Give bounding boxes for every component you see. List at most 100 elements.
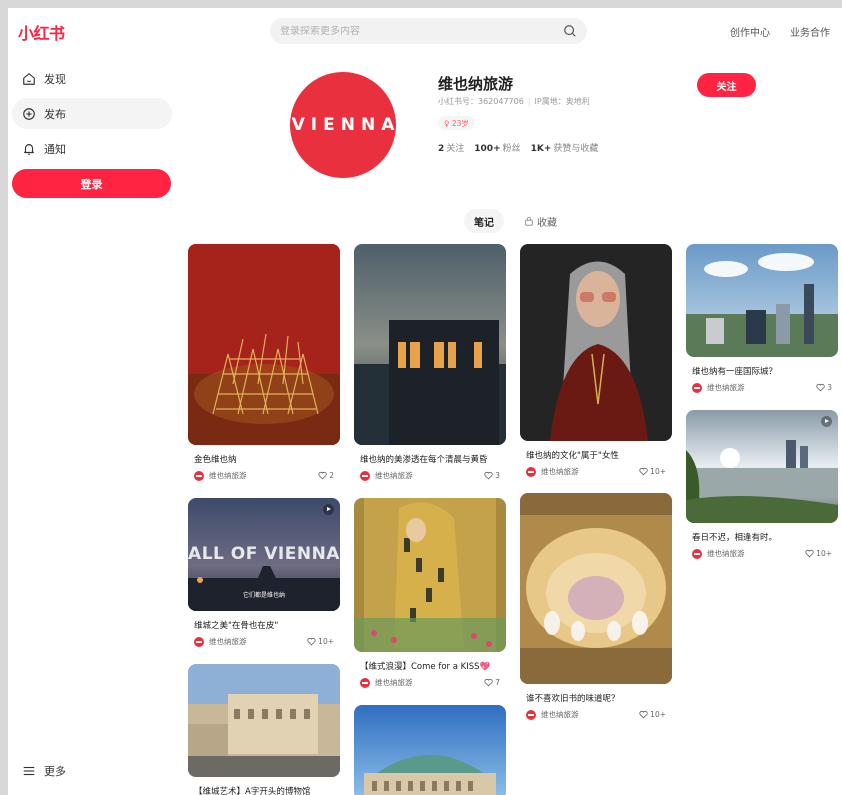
app-frame: 小红书 创作中心 业务合作 发现 发布 通知 登录 更多 VIENNA 维也纳旅… [8,8,842,795]
note-cover-image[interactable] [354,705,506,795]
sidebar-item-label: 通知 [44,142,66,156]
like-button[interactable]: 2 [318,471,334,480]
logo[interactable]: 小红书 [18,20,65,44]
note-cover-image[interactable] [686,410,838,523]
plus-icon [23,107,35,120]
stat-likes: 1K+ 获赞与收藏 [530,144,599,154]
sidebar-item-discover[interactable]: 发现 [12,63,172,94]
note-title[interactable]: 维城之美"在骨也在皮" [188,619,340,631]
note-cover-image[interactable] [188,664,340,777]
note-title[interactable]: 维也纳有一座国际城？ [686,365,838,377]
note-author[interactable]: 维也纳旅游 [360,470,413,481]
sidebar-more-label: 更多 [44,765,66,778]
note-card[interactable]: ALL OF VIENNA 它们都是维也纳 维城之美"在骨也在皮" 维也纳旅游 … [188,498,340,647]
cover-overlay-title: ALL OF VIENNA [188,544,340,564]
note-title[interactable]: 维也纳的美渗透在每个清晨与黄昏 [354,453,506,465]
note-cover-image[interactable] [686,244,838,357]
note-author[interactable]: 维也纳旅游 [360,677,413,688]
note-footer: 维也纳旅游 3 [354,470,506,481]
note-title[interactable]: 【维式浪漫】Come for a KISS💖 [354,660,506,672]
note-card[interactable]: 【维式浪漫】Come for a KISS💖 维也纳旅游 7 [354,498,506,688]
like-button[interactable]: 10+ [805,549,832,558]
like-button[interactable]: 10+ [639,467,666,476]
like-button[interactable]: 3 [484,471,500,480]
heart-icon [307,637,316,646]
profile-ip: IP属地：奥地利 [534,97,590,106]
like-button[interactable]: 3 [816,383,832,392]
search-bar[interactable] [270,18,587,44]
sidebar-more[interactable]: 更多 [22,763,66,779]
note-card[interactable]: 春日不迟，相逢有时。 维也纳旅游 10+ [686,410,838,559]
note-title[interactable]: 维也纳的文化"属于"女性 [520,449,672,461]
heart-icon [318,471,327,480]
note-author[interactable]: 维也纳旅游 [194,636,247,647]
profile-name: 维也纳旅游 [438,75,514,93]
note-card[interactable]: 维也纳的文化"属于"女性 维也纳旅游 10+ [520,244,672,477]
sidebar-item-notifications[interactable]: 通知 [12,133,172,164]
note-cover-image[interactable]: ALL OF VIENNA 它们都是维也纳 [188,498,340,611]
login-button[interactable]: 登录 [12,169,171,198]
note-author[interactable]: 维也纳旅游 [692,382,745,393]
profile-meta: 小红书号：362047706 | IP属地：奥地利 [438,97,590,106]
note-footer: 维也纳旅游 3 [686,382,838,393]
note-title[interactable]: 春日不迟，相逢有时。 [686,531,838,543]
note-footer: 维也纳旅游 10+ [520,466,672,477]
tab-collect[interactable]: 收藏 [514,209,567,233]
note-footer: 维也纳旅游 7 [354,677,506,688]
note-author[interactable]: 维也纳旅游 [692,548,745,559]
note-cover-image[interactable] [188,244,340,445]
profile-gender-age-tag: ♀ 23岁 [438,116,475,130]
note-card[interactable] [354,705,506,795]
author-avatar [692,548,702,559]
note-footer: 维也纳旅游 2 [188,470,340,481]
note-title[interactable]: 金色维也纳 [188,453,340,465]
bell-icon [24,143,34,155]
like-button[interactable]: 7 [484,678,500,687]
note-title[interactable]: 【维城艺术】A字开头的博物馆 [188,785,340,795]
note-card[interactable]: 谁不喜欢旧书的味道呢？ 维也纳旅游 10+ [520,493,672,720]
note-footer: 维也纳旅游 10+ [686,548,838,559]
note-author[interactable]: 维也纳旅游 [526,709,579,720]
stat-following[interactable]: 2 关注 [438,141,464,154]
top-nav: 创作中心 业务合作 [730,24,830,39]
note-author[interactable]: 维也纳旅游 [526,466,579,477]
note-author[interactable]: 维也纳旅游 [194,470,247,481]
note-card[interactable]: 金色维也纳 维也纳旅游 2 [188,244,340,481]
author-avatar [526,709,536,720]
video-play-icon [821,416,832,427]
note-card[interactable]: 维也纳有一座国际城？ 维也纳旅游 3 [686,244,838,393]
note-cover-image[interactable] [354,244,506,445]
profile-tabs: 笔记 收藏 [464,209,567,233]
like-button[interactable]: 10+ [639,710,666,719]
search-input[interactable] [280,25,563,37]
stat-fans[interactable]: 100+ 粉丝 [474,141,520,154]
menu-icon [23,766,35,776]
sidebar: 发现 发布 通知 登录 [12,63,172,198]
author-avatar [194,636,204,647]
heart-icon [484,678,493,687]
note-footer: 维也纳旅游 10+ [188,636,340,647]
note-cover-image[interactable] [520,493,672,684]
note-cover-image[interactable] [520,244,672,441]
like-button[interactable]: 10+ [307,637,334,646]
lock-icon [525,216,533,226]
business-link[interactable]: 业务合作 [790,24,830,39]
tab-notes[interactable]: 笔记 [464,209,504,233]
author-avatar [194,470,204,481]
note-footer: 维也纳旅游 10+ [520,709,672,720]
note-title[interactable]: 谁不喜欢旧书的味道呢？ [520,692,672,704]
heart-icon [639,710,648,719]
note-cover-image[interactable] [354,498,506,652]
sidebar-item-publish[interactable]: 发布 [12,98,172,129]
note-card[interactable]: 【维城艺术】A字开头的博物馆 [188,664,340,795]
creator-center-link[interactable]: 创作中心 [730,24,770,39]
profile-stats: 2 关注 100+ 粉丝 1K+ 获赞与收藏 [438,141,598,154]
follow-button[interactable]: 关注 [697,73,756,97]
author-avatar [360,470,370,481]
heart-icon [816,383,825,392]
note-card[interactable]: 维也纳的美渗透在每个清晨与黄昏 维也纳旅游 3 [354,244,506,481]
profile-id: 小红书号：362047706 [438,97,524,106]
heart-icon [805,549,814,558]
avatar-text: VIENNA [291,115,396,135]
search-icon[interactable] [563,24,577,38]
